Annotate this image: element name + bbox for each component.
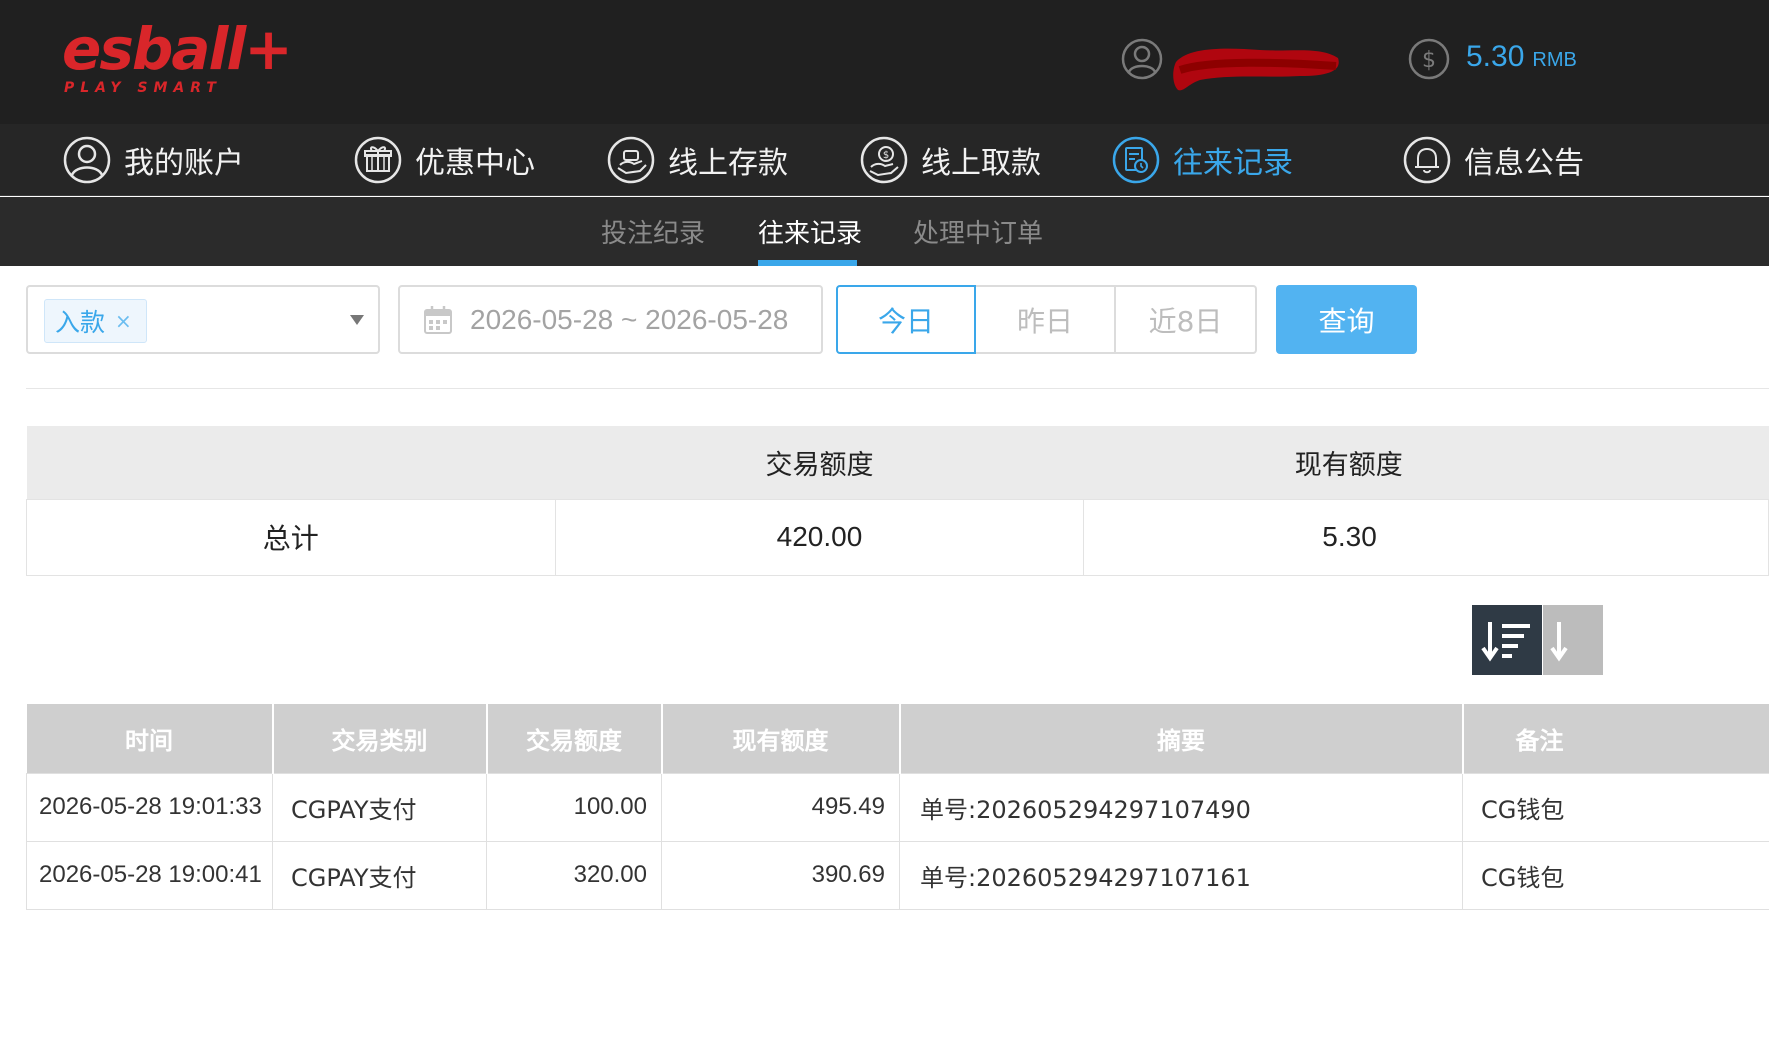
calendar-icon (424, 305, 452, 334)
cell-amount: 320.00 (486, 840, 662, 910)
date-range-picker[interactable]: 2026-05-28 ~ 2026-05-28 (398, 285, 823, 354)
col-header-type: 交易类别 (272, 704, 488, 773)
redacted-username (1173, 48, 1339, 91)
summary-current-amount: 5.30 (1083, 498, 1769, 576)
summary-total-row: 总计 420.00 5.30 (26, 498, 1769, 576)
tag-label: 入款 (55, 308, 106, 337)
subnav-bet-records[interactable]: 投注纪录 (601, 197, 705, 266)
summary-total-label: 总计 (26, 498, 556, 576)
chevron-down-icon[interactable] (350, 315, 364, 325)
cell-type: CGPAY支付 (272, 840, 487, 910)
cell-note: CG钱包 (1462, 840, 1769, 910)
nav-item-online-deposit[interactable]: 线上存款 (606, 124, 788, 196)
range-last-8-days-button[interactable]: 近8日 (1116, 285, 1257, 354)
sort-descending-icon (1481, 622, 1530, 662)
nav-label: 线上存款 (668, 146, 788, 181)
nav-label: 我的账户 (124, 146, 244, 181)
nav-item-online-withdraw[interactable]: $ 线上取款 (859, 124, 1041, 196)
gift-icon (354, 136, 402, 184)
nav-item-promotions[interactable]: 优惠中心 (353, 124, 535, 196)
transaction-records-table: 时间 交易类别 交易额度 现有额度 摘要 备注 2026-05-28 19:01… (26, 704, 1769, 910)
top-header: esball+ PLAY SMART $ 5.30 RMB (0, 0, 1769, 124)
nav-label: 线上取款 (921, 146, 1041, 181)
table-row: 2026-05-28 19:01:33 CGPAY支付 100.00 495.4… (26, 772, 1769, 842)
sort-ascending-button[interactable] (1543, 605, 1603, 675)
cell-note: CG钱包 (1462, 772, 1769, 842)
nav-item-transaction-records[interactable]: 往来记录 (1111, 124, 1293, 196)
records-header-row: 时间 交易类别 交易额度 现有额度 摘要 备注 (26, 704, 1769, 773)
svg-text:$: $ (883, 150, 889, 161)
transaction-type-select[interactable]: 入款 × (26, 285, 380, 354)
col-header-note: 备注 (1462, 704, 1769, 773)
nav-label: 信息公告 (1464, 146, 1584, 181)
col-header-balance: 现有额度 (661, 704, 901, 773)
withdraw-icon: $ (860, 136, 908, 184)
cell-time: 2026-05-28 19:01:33 (26, 772, 273, 842)
selected-type-tag: 入款 × (44, 299, 147, 343)
balance-value: 5.30 (1466, 40, 1525, 73)
summary-table: 交易额度 现有额度 总计 420.00 5.30 (26, 426, 1769, 576)
range-yesterday-button[interactable]: 昨日 (976, 285, 1116, 354)
table-row: 2026-05-28 19:00:41 CGPAY支付 320.00 390.6… (26, 840, 1769, 910)
range-today-button[interactable]: 今日 (836, 285, 976, 354)
summary-total-amount: 420.00 (554, 498, 1085, 576)
cell-type: CGPAY支付 (272, 772, 487, 842)
cell-amount: 100.00 (486, 772, 662, 842)
account-balance: 5.30 RMB (1466, 40, 1577, 74)
esball-logo[interactable]: esball+ PLAY SMART (62, 16, 293, 106)
cell-balance: 390.69 (661, 840, 900, 910)
cell-balance: 495.49 (661, 772, 900, 842)
nav-label: 优惠中心 (415, 146, 535, 181)
query-button[interactable]: 查询 (1276, 285, 1417, 354)
quick-range-group: 今日 昨日 近8日 (836, 285, 1257, 354)
cell-time: 2026-05-28 19:00:41 (26, 840, 273, 910)
subnav-pending-orders[interactable]: 处理中订单 (913, 197, 1043, 266)
balance-currency: RMB (1532, 49, 1577, 71)
col-header-time[interactable]: 时间 (26, 704, 274, 773)
user-avatar-icon[interactable] (1121, 38, 1163, 80)
sub-nav: 投注纪录 往来记录 处理中订单 (0, 197, 1769, 266)
nav-item-my-account[interactable]: 我的账户 (62, 124, 244, 196)
records-icon (1112, 136, 1160, 184)
active-tab-indicator (758, 260, 857, 266)
summary-header-balance: 现有额度 (1083, 426, 1769, 499)
nav-label: 往来记录 (1173, 146, 1293, 181)
user-circle-icon (63, 136, 111, 184)
subnav-transaction-records[interactable]: 往来记录 (758, 197, 862, 266)
main-nav: 我的账户 优惠中心 线上存款 $ 线上取款 往来记录 信息公告 (0, 124, 1769, 196)
logo-tagline: PLAY SMART (64, 80, 222, 96)
balance-coin-icon: $ (1408, 38, 1450, 80)
col-header-amount: 交易额度 (486, 704, 663, 773)
logo-wordmark: esball+ (62, 15, 293, 83)
bell-icon (1403, 136, 1451, 184)
tag-close-icon[interactable]: × (115, 309, 132, 333)
col-header-summary: 摘要 (899, 704, 1464, 773)
nav-item-announcements[interactable]: 信息公告 (1402, 124, 1584, 196)
date-range-value: 2026-05-28 ~ 2026-05-28 (470, 303, 789, 335)
summary-header-blank (26, 426, 556, 499)
sort-ascending-icon (1550, 622, 1568, 662)
cell-summary: 单号:202605294297107490 (899, 772, 1463, 842)
cell-summary: 单号:202605294297107161 (899, 840, 1463, 910)
svg-text:$: $ (1422, 48, 1436, 73)
summary-header-amount: 交易额度 (555, 426, 1084, 499)
divider (26, 388, 1769, 389)
deposit-icon (607, 136, 655, 184)
sort-descending-button[interactable] (1472, 605, 1542, 675)
